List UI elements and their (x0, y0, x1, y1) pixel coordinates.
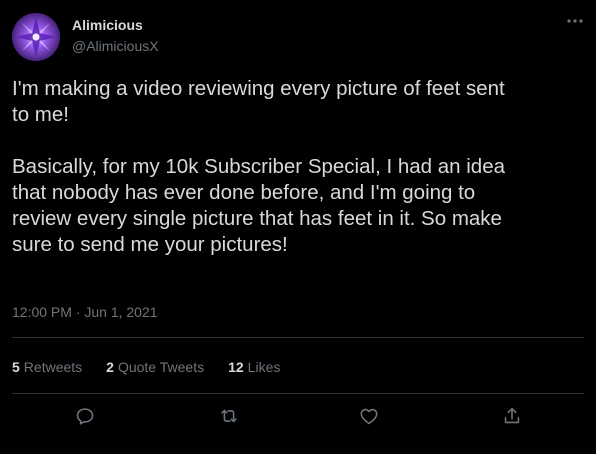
retweets-label: Retweets (23, 359, 83, 375)
quote-tweets-count: 2 (106, 359, 114, 375)
display-name[interactable]: Alimicious (72, 17, 143, 33)
retweet-icon (221, 409, 237, 423)
avatar[interactable] (12, 13, 60, 61)
avatar-image (12, 13, 60, 61)
more-dots-icon (567, 19, 583, 23)
quote-tweets-stat[interactable]: 2 Quote Tweets (106, 359, 204, 375)
quote-tweets-label: Quote Tweets (117, 359, 205, 375)
retweet-button[interactable] (217, 404, 241, 428)
divider (12, 337, 584, 338)
share-button[interactable] (500, 404, 524, 428)
tweet-card: Alimicious @AlimiciousX I'm making a vid… (0, 0, 596, 454)
engagement-stats: 5 Retweets 2 Quote Tweets 12 Likes (12, 358, 304, 376)
more-options-button[interactable] (562, 10, 588, 32)
likes-label: Likes (247, 359, 281, 375)
tweet-timestamp[interactable]: 12:00 PM · Jun 1, 2021 (12, 304, 158, 320)
divider (12, 393, 584, 394)
share-icon (504, 407, 520, 424)
likes-count: 12 (228, 359, 244, 375)
user-handle[interactable]: @AlimiciousX (72, 38, 159, 54)
heart-icon (360, 408, 378, 425)
like-button[interactable] (357, 404, 381, 428)
likes-stat[interactable]: 12 Likes (228, 359, 280, 375)
retweets-count: 5 (12, 359, 20, 375)
tweet-text: I'm making a video reviewing every pictu… (12, 77, 506, 256)
reply-button[interactable] (73, 404, 97, 428)
retweets-stat[interactable]: 5 Retweets (12, 359, 82, 375)
reply-icon (76, 408, 94, 425)
